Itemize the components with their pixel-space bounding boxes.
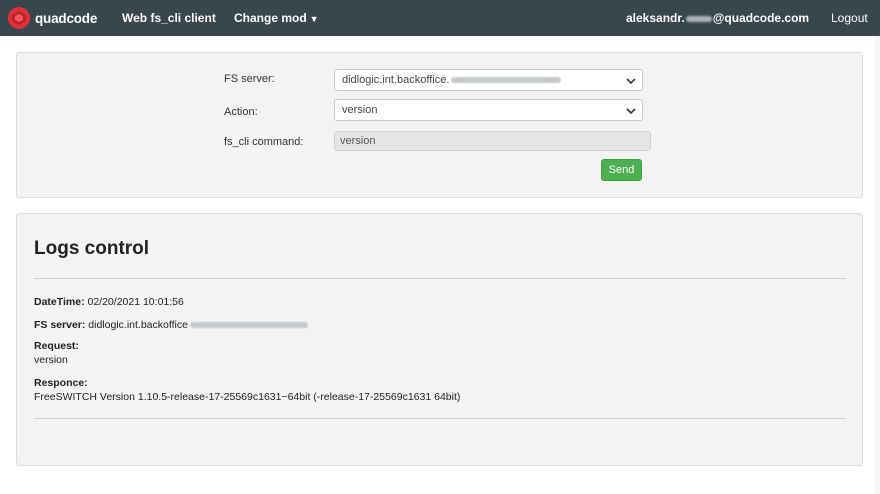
log-fs-server-label: FS server: <box>34 319 86 331</box>
caret-down-icon: ▼ <box>309 14 319 24</box>
log-fs-server: FS server: didlogic.int.backoffice <box>34 319 308 331</box>
log-response-value-row: FreeSWITCH Version 1.10.5-release-17-255… <box>34 391 460 403</box>
fs-server-select[interactable]: didlogic.int.backoffice. <box>334 69 643 91</box>
page-scrollbar[interactable] <box>874 36 880 494</box>
user-prefix: aleksandr. <box>626 11 685 25</box>
logout-link[interactable]: Logout <box>831 11 868 25</box>
datetime-value: 02/20/2021 10:01:56 <box>87 296 184 308</box>
response-label: Responce: <box>34 377 88 389</box>
redacted-block <box>685 15 712 22</box>
log-response-label-row: Responce: <box>34 377 88 389</box>
request-label: Request: <box>34 340 79 352</box>
user-account[interactable]: aleksandr. @quadcode.com <box>626 11 809 25</box>
response-value: FreeSWITCH Version 1.10.5-release-17-255… <box>34 391 461 403</box>
fs-server-select-value: didlogic.int.backoffice. <box>342 74 450 86</box>
chevron-down-icon <box>626 78 636 85</box>
divider <box>34 418 846 419</box>
chevron-down-icon <box>626 108 636 115</box>
nav-app-title[interactable]: Web fs_cli client <box>122 11 216 25</box>
logs-title: Logs control <box>34 238 150 259</box>
request-value: version <box>34 354 68 366</box>
log-request-value-row: version <box>34 354 68 366</box>
redacted-block <box>451 77 562 83</box>
send-button[interactable]: Send <box>601 159 642 181</box>
change-mod-dropdown[interactable]: Change mod ▼ <box>234 11 319 25</box>
brand-name: quadcode <box>35 10 98 26</box>
action-select-value: version <box>342 104 378 116</box>
quadcode-logo-icon <box>8 7 30 29</box>
fs-server-label: FS server: <box>224 73 275 85</box>
user-suffix: @quadcode.com <box>712 11 810 25</box>
change-mod-label: Change mod <box>234 11 307 25</box>
command-value: version <box>340 135 376 147</box>
divider <box>34 278 846 279</box>
command-readonly-field: version <box>334 131 651 151</box>
top-navbar: quadcode Web fs_cli client Change mod ▼ a… <box>0 0 880 36</box>
command-label: fs_cli command: <box>224 136 304 148</box>
action-select[interactable]: version <box>334 99 643 121</box>
log-request-label-row: Request: <box>34 340 79 352</box>
log-datetime: DateTime: 02/20/2021 10:01:56 <box>34 296 184 308</box>
log-fs-server-value: didlogic.int.backoffice <box>88 319 188 331</box>
logs-control-panel: Logs control DateTime: 02/20/2021 10:01:… <box>16 213 863 466</box>
redacted-block <box>189 322 308 329</box>
brand[interactable]: quadcode <box>7 6 97 30</box>
datetime-label: DateTime: <box>34 296 85 308</box>
command-form-panel: FS server: didlogic.int.backoffice. Acti… <box>16 52 863 198</box>
action-label: Action: <box>224 106 258 118</box>
